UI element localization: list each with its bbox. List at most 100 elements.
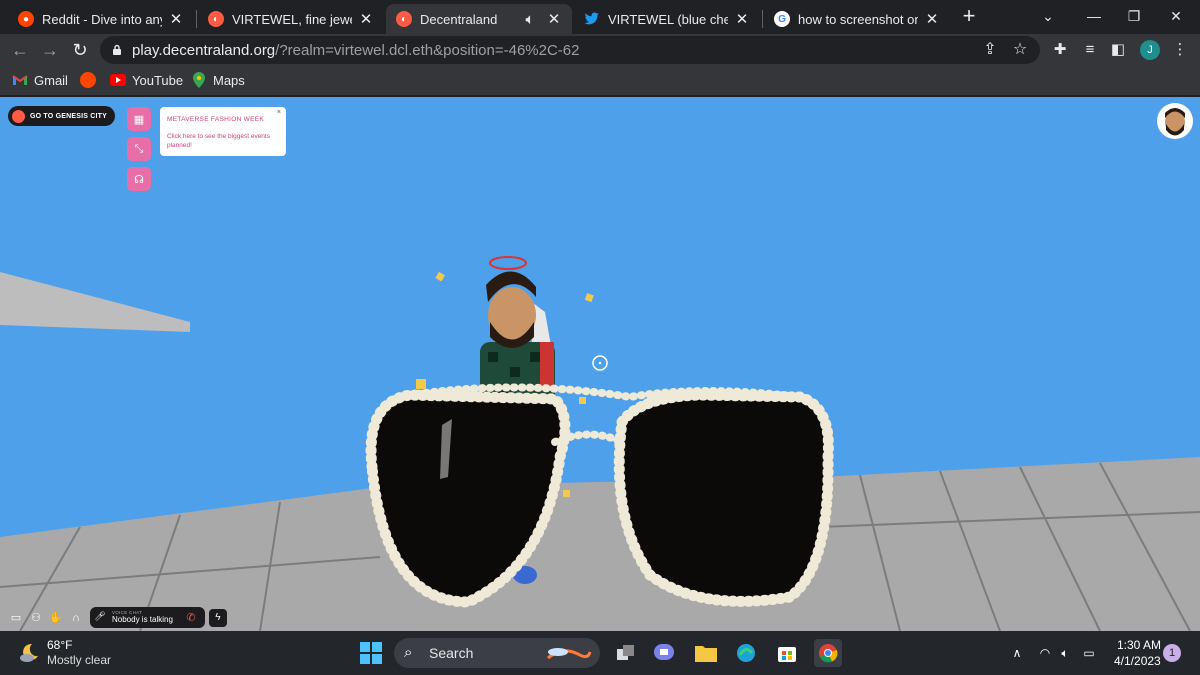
media-control-icon[interactable]: ≡ — [1080, 40, 1100, 60]
tab-title: Decentraland — [420, 11, 498, 27]
new-tab-button[interactable]: + — [958, 5, 980, 28]
decentraland-icon: ◐ — [208, 11, 224, 27]
tab-separator — [762, 10, 763, 28]
bookmark-star-icon[interactable]: ☆ — [1010, 40, 1030, 60]
event-description: Click here to see the biggest events pla… — [167, 133, 270, 149]
profile-avatar[interactable]: J — [1140, 40, 1160, 60]
tab-search-icon[interactable]: ⌄ — [1028, 4, 1068, 28]
chrome-button[interactable] — [814, 639, 842, 667]
close-window-button[interactable]: ✕ — [1156, 4, 1196, 28]
microphone-icon[interactable]: 🎤︎ — [94, 611, 106, 625]
tab-google[interactable]: G how to screenshot on hp ✕ — [764, 4, 950, 34]
close-icon[interactable]: ✕ — [358, 10, 374, 28]
tab-reddit[interactable]: ● Reddit - Dive into anything ✕ — [8, 4, 194, 34]
folder-icon — [695, 646, 717, 662]
reload-button[interactable]: ↻ — [68, 38, 92, 62]
search-highlight-icon — [547, 648, 592, 660]
decentraland-icon: ◐ — [396, 11, 412, 27]
battery-icon[interactable]: ▭ — [1080, 644, 1098, 662]
support-button[interactable]: ☊ — [127, 167, 151, 191]
collapse-icon: ⤡ — [134, 142, 144, 155]
reddit-icon — [80, 72, 96, 88]
event-notification-card[interactable]: × METAVERSE FASHION WEEK Click here to s… — [160, 107, 286, 156]
game-viewport[interactable]: GO TO GENESIS CITY ▦ ⤡ ☊ × METAVERSE FAS… — [0, 97, 1200, 631]
show-hidden-icons-chevron[interactable]: ∧ — [1008, 644, 1026, 662]
close-icon[interactable]: ✕ — [546, 10, 562, 28]
maps-icon — [191, 72, 207, 88]
map-button[interactable]: ▦ — [127, 107, 151, 131]
side-panel-icon[interactable]: ◧ — [1108, 40, 1128, 60]
youtube-icon — [110, 72, 126, 88]
edge-browser-button[interactable] — [732, 639, 760, 667]
close-icon[interactable]: ✕ — [924, 10, 940, 28]
chat-icon[interactable]: ▭ — [8, 610, 24, 626]
distant-platform — [0, 272, 190, 332]
forward-button[interactable]: → — [38, 38, 62, 62]
bookmark-label: Maps — [213, 72, 245, 88]
speaker-icon[interactable]: 🔈︎ — [520, 11, 540, 28]
bookmarks-bar: Gmail YouTube Maps — [0, 66, 1200, 96]
tab-virtewel[interactable]: ◐ VIRTEWEL, fine jewelry for ✕ — [198, 4, 384, 34]
url-host: play.decentraland.org — [132, 42, 276, 59]
teams-chat-button[interactable] — [650, 639, 678, 667]
extensions-icon[interactable]: ✚ — [1050, 40, 1070, 60]
file-explorer-button[interactable] — [692, 639, 720, 667]
clock-date[interactable]: 4/1/2023 — [1114, 654, 1161, 668]
menu-icon[interactable]: ⋮ — [1170, 40, 1190, 60]
headphones-icon[interactable]: ∩ — [68, 610, 84, 626]
search-placeholder: Search — [429, 645, 474, 661]
weather-temperature: 68°F — [47, 638, 73, 652]
clock-time[interactable]: 1:30 AM — [1117, 638, 1161, 652]
notification-badge[interactable]: 1 — [1163, 644, 1181, 662]
tab-title: how to screenshot on hp — [798, 11, 918, 27]
task-view-button[interactable] — [612, 639, 640, 667]
bookmark-maps[interactable]: Maps — [191, 72, 245, 88]
search-icon: ⌕ — [404, 644, 413, 661]
decentraland-logo-icon — [12, 109, 25, 123]
store-icon — [778, 647, 796, 662]
emote-icon[interactable]: ✋ — [48, 610, 64, 626]
bookmark-label: YouTube — [132, 72, 184, 88]
teams-chat-icon — [654, 644, 674, 660]
reddit-icon: ● — [18, 11, 34, 27]
tab-decentraland[interactable]: ◐ Decentraland 🔈︎ ✕ — [386, 4, 572, 34]
fullscreen-button[interactable]: ⤡ — [127, 137, 151, 161]
microsoft-store-button[interactable] — [773, 639, 801, 667]
headset-icon: ☊ — [134, 173, 144, 186]
voice-chat-panel[interactable]: 🎤︎ VOICE CHAT Nobody is talking ✆ — [90, 607, 205, 628]
friends-icon[interactable]: ⚇ — [28, 610, 44, 626]
map-icon: ▦ — [133, 113, 145, 126]
tab-strip: ● Reddit - Dive into anything ✕ ◐ VIRTEW… — [0, 0, 1200, 34]
bookmark-gmail[interactable]: Gmail — [12, 72, 68, 88]
quick-action-icon[interactable]: ϟ — [208, 608, 227, 627]
event-title: METAVERSE FASHION WEEK — [167, 116, 265, 123]
tab-separator — [196, 10, 197, 28]
minimize-button[interactable]: — — [1074, 4, 1114, 28]
task-view-icon — [617, 645, 634, 660]
tab-title: VIRTEWEL (blue check) (@ — [608, 11, 728, 27]
call-end-icon[interactable]: ✆ — [183, 610, 199, 626]
taskbar-search-box[interactable]: ⌕ Search — [394, 638, 600, 668]
windows-start-icon[interactable] — [360, 642, 382, 664]
bookmark-youtube[interactable]: YouTube — [110, 72, 183, 88]
tab-twitter[interactable]: VIRTEWEL (blue check) (@ ✕ — [574, 4, 760, 34]
back-button[interactable]: ← — [8, 38, 32, 62]
tab-title: Reddit - Dive into anything — [42, 11, 162, 27]
close-icon[interactable]: ✕ — [168, 10, 184, 28]
share-icon[interactable]: ⇪ — [980, 40, 1000, 60]
close-icon[interactable]: ✕ — [734, 10, 750, 28]
bookmark-label: Gmail — [34, 72, 68, 88]
wifi-icon[interactable]: ◠ — [1036, 644, 1054, 662]
go-to-genesis-city-button[interactable]: GO TO GENESIS CITY — [8, 106, 115, 126]
user-avatar-icon — [1165, 108, 1185, 136]
volume-icon[interactable]: 🔈︎ — [1056, 644, 1074, 662]
bookmark-reddit[interactable] — [80, 72, 102, 88]
wooden-floor — [0, 457, 1200, 631]
google-icon: G — [774, 11, 790, 27]
gmail-icon — [12, 72, 28, 88]
genesis-button-label: GO TO GENESIS CITY — [30, 112, 107, 120]
event-close-icon[interactable]: × — [277, 109, 281, 116]
address-bar[interactable]: play.decentraland.org/?realm=virtewel.dc… — [100, 36, 1040, 64]
profile-avatar-button[interactable] — [1157, 103, 1193, 139]
restore-button[interactable]: ❐ — [1114, 4, 1154, 28]
